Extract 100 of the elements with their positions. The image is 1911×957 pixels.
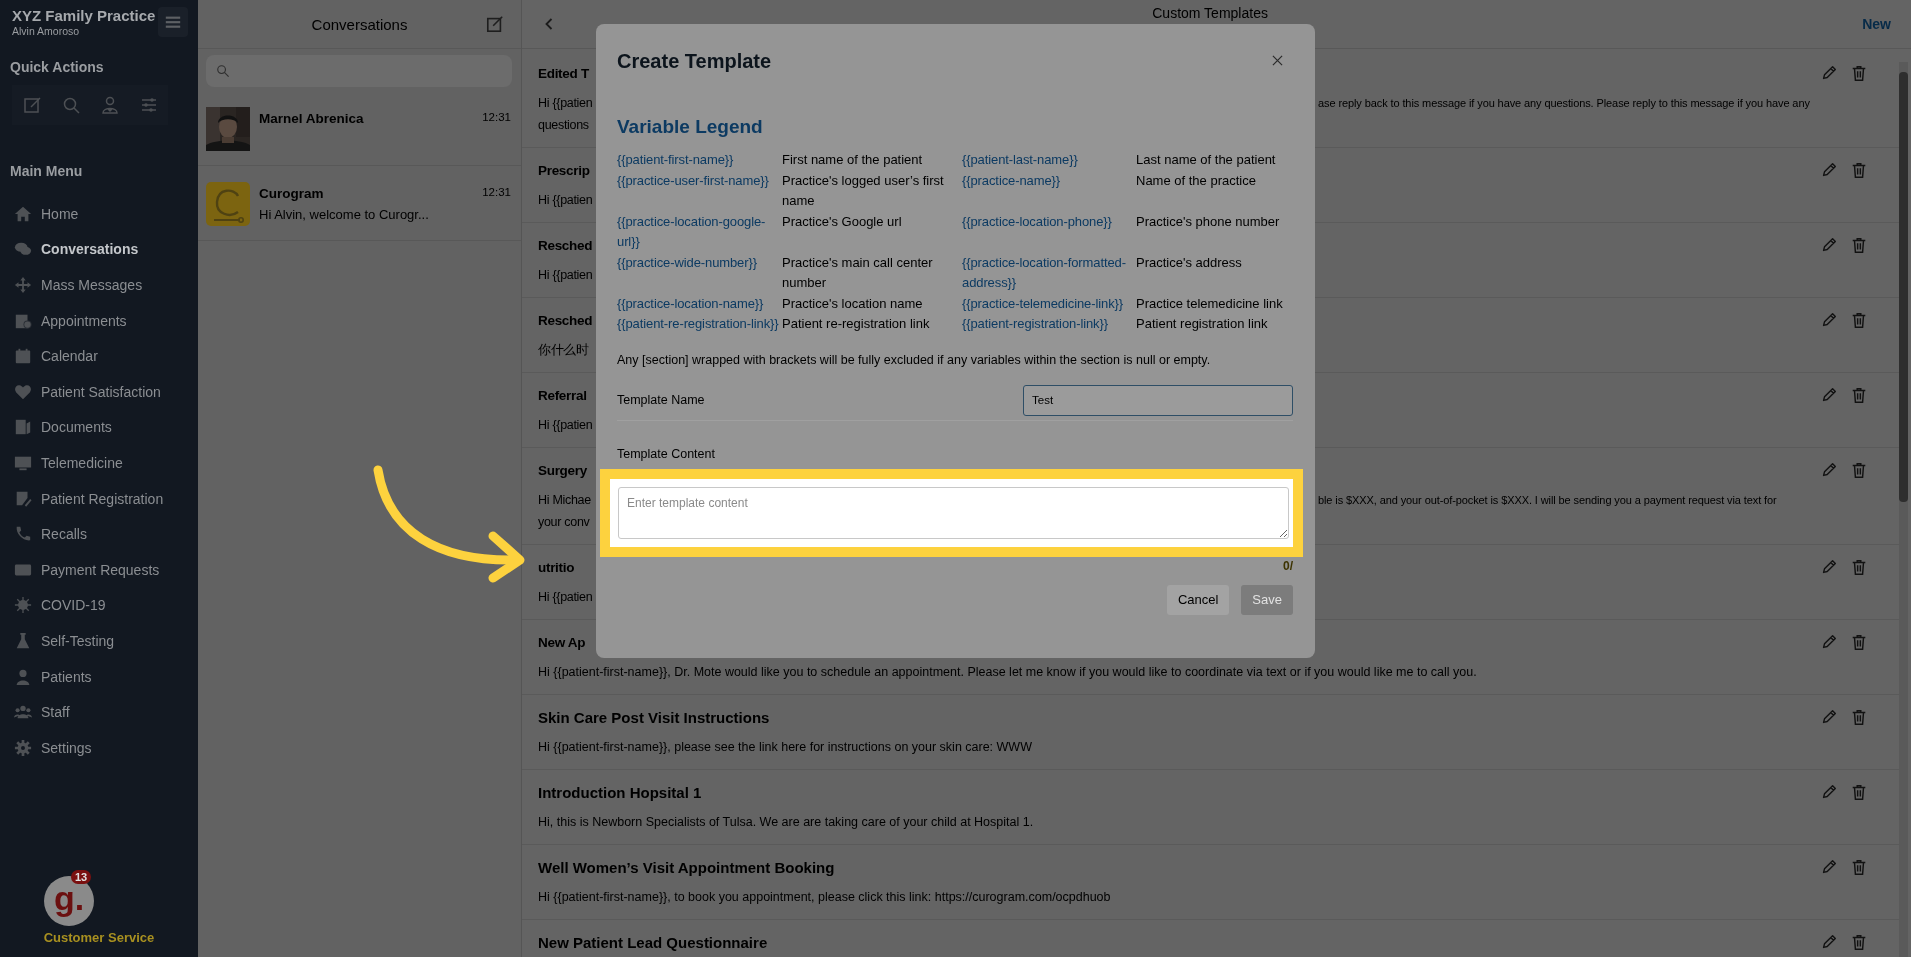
menu-item[interactable]: Settings <box>0 729 198 766</box>
calendar-icon <box>14 347 32 366</box>
conversation-item[interactable]: Curogram Hi Alvin, welcome to Curogr... 12:31 <box>198 166 521 241</box>
template-text: questions <box>538 117 590 134</box>
pencil-icon <box>1820 783 1838 801</box>
pencil-icon <box>1820 64 1838 82</box>
template-text: your conv <box>538 514 591 531</box>
conversation-item[interactable]: Marnel Abrenica 12:31 <box>198 91 521 166</box>
trash-icon <box>1850 858 1868 876</box>
template-text: Hi {{patient-first-name}}, Dr. Mote would like you to schedule an appointment. Please let me know if you would like to coordinate via text or if you would like me to call you. <box>538 664 1478 681</box>
template-title: Resched <box>538 237 594 253</box>
contact-name: Curogram <box>259 186 325 201</box>
template-text: Hi {{patien <box>538 589 594 606</box>
pencil-icon <box>1820 933 1838 951</box>
menu-item[interactable]: Conversations <box>0 231 198 268</box>
variable-name: {{patient-first-name}} <box>617 151 735 169</box>
page-title: Custom Templates <box>1151 4 1269 21</box>
menu-item[interactable]: Patient Satisfaction <box>0 373 198 410</box>
gear-icon <box>14 738 32 757</box>
pencil-icon <box>1820 858 1838 876</box>
template-title: Referral <box>538 387 588 403</box>
template-title: Resched <box>538 312 594 328</box>
compose-button[interactable] <box>485 15 505 35</box>
content-field[interactable]: Enter template content <box>618 486 1289 539</box>
template-title: utritio <box>538 559 576 575</box>
template-text: Hi {{patient-first-name}}, please see the link here for instructions on your skin care: WWW <box>538 739 1033 756</box>
menu-item[interactable]: Patients <box>0 658 198 695</box>
cancel-button[interactable]: Cancel <box>1166 584 1230 615</box>
menu-item[interactable]: Self-Testing <box>0 623 198 659</box>
variable-description: Practice telemedicine link <box>1135 294 1284 313</box>
chevron-left-icon <box>544 17 554 31</box>
template-title: Edited T <box>538 65 590 81</box>
count-badge: 13 <box>71 870 92 884</box>
menu-item[interactable]: Telemedicine <box>0 445 198 481</box>
menu-item[interactable]: Home <box>0 196 198 232</box>
variable-name: {{patient-re-registration-link}} <box>617 315 780 333</box>
contact-name: Marnel Abrenica <box>259 111 365 126</box>
variable-name: {{practice-location-google-url}} <box>617 212 767 251</box>
variable-name: {{patient-last-name}} <box>962 151 1079 169</box>
trash-icon <box>1850 161 1868 179</box>
pencil-icon <box>1820 311 1838 329</box>
user-heart-icon <box>99 95 120 115</box>
variable-name: {{practice-location-phone}} <box>962 212 1113 231</box>
variable-name: {{practice-location-name}} <box>617 294 765 313</box>
template-text: Hi {{patien <box>538 95 594 112</box>
variable-description: Practice's logged user’s first name <box>781 171 945 210</box>
trash-icon <box>1850 461 1868 479</box>
search-field[interactable] <box>206 55 512 87</box>
scrollbar[interactable] <box>1899 62 1908 957</box>
virus-icon <box>14 596 32 615</box>
template-title: Prescrip <box>538 162 591 178</box>
template-row[interactable]: Well Women’s Visit Appointment Booking Hi {{patient-first-name}}, to book you appointment, please click this link: https://curogram.com/ocpdhuob <box>522 845 1899 920</box>
close-icon <box>1271 54 1283 66</box>
menu-item[interactable]: Recalls <box>0 516 198 552</box>
pencil-icon <box>1820 461 1838 479</box>
pencil-icon <box>1820 558 1838 576</box>
template-text: 你什么时 <box>538 342 590 359</box>
compose-icon <box>486 15 504 33</box>
template-title: Well Women’s Visit Appointment Booking <box>538 858 835 876</box>
menu-item[interactable]: Payment Requests <box>0 551 198 588</box>
document-icon <box>14 418 32 437</box>
user-name: Alvin Amoroso <box>12 25 81 37</box>
variable-description: Practice's phone number <box>1135 212 1281 231</box>
field-label: Template Content <box>617 446 716 461</box>
menu-item[interactable]: Documents <box>0 409 198 446</box>
template-title: Introduction Hopsital 1 <box>538 783 702 801</box>
menu-item[interactable]: Patient Registration <box>0 480 198 517</box>
template-row[interactable]: Introduction Hopsital 1 Hi, this is Newborn Specialists of Tulsa. We are are taking care of your child at Hospital 1. <box>522 770 1899 845</box>
template-row[interactable]: Skin Care Post Visit Instructions Hi {{patient-first-name}}, please see the link here for instructions on your skin care: WWW <box>522 695 1899 770</box>
template-text: Hi {{patien <box>538 192 594 209</box>
field-label: Template Name <box>617 393 705 407</box>
template-text: Hi {{patient-first-name}}, to book you appointment, please click this link: https://curogram.com/ocpdhuob <box>538 889 1112 906</box>
variable-name: {{practice-user-first-name}} <box>617 171 770 190</box>
menu-item[interactable]: Staff <box>0 694 198 730</box>
menu-button[interactable] <box>158 7 188 37</box>
pencil-icon <box>1820 708 1838 726</box>
scroll-thumb[interactable] <box>1899 72 1908 502</box>
menu-item[interactable]: COVID-19 <box>0 587 198 624</box>
variable-description: Patient re-registration link <box>781 315 931 333</box>
pencil-icon <box>1820 633 1838 651</box>
variable-description: Practice's Google url <box>781 212 903 231</box>
variable-description: Practice's main call center number <box>781 253 934 292</box>
compose-icon <box>21 95 42 115</box>
menu-item[interactable]: Mass Messages <box>0 267 198 303</box>
trash-icon <box>1850 633 1868 651</box>
home-icon <box>14 204 32 223</box>
variable-description: Name of the practice <box>1135 171 1257 190</box>
support-label[interactable]: Customer Service <box>43 930 155 945</box>
name-field[interactable]: Test <box>1023 384 1293 416</box>
variable-name: {{practice-name}} <box>962 171 1062 190</box>
heart-icon <box>14 382 32 401</box>
trash-icon <box>1850 236 1868 254</box>
person-icon <box>14 667 32 686</box>
variable-name: {{practice-wide-number}} <box>617 253 758 272</box>
pencil-icon <box>1820 236 1838 254</box>
menu-item[interactable]: Appointments <box>0 302 198 339</box>
variable-description: First name of the patient <box>781 151 924 169</box>
trash-icon <box>1850 783 1868 801</box>
menu-item[interactable]: Calendar <box>0 338 198 374</box>
section-title: Variable Legend <box>617 116 764 138</box>
